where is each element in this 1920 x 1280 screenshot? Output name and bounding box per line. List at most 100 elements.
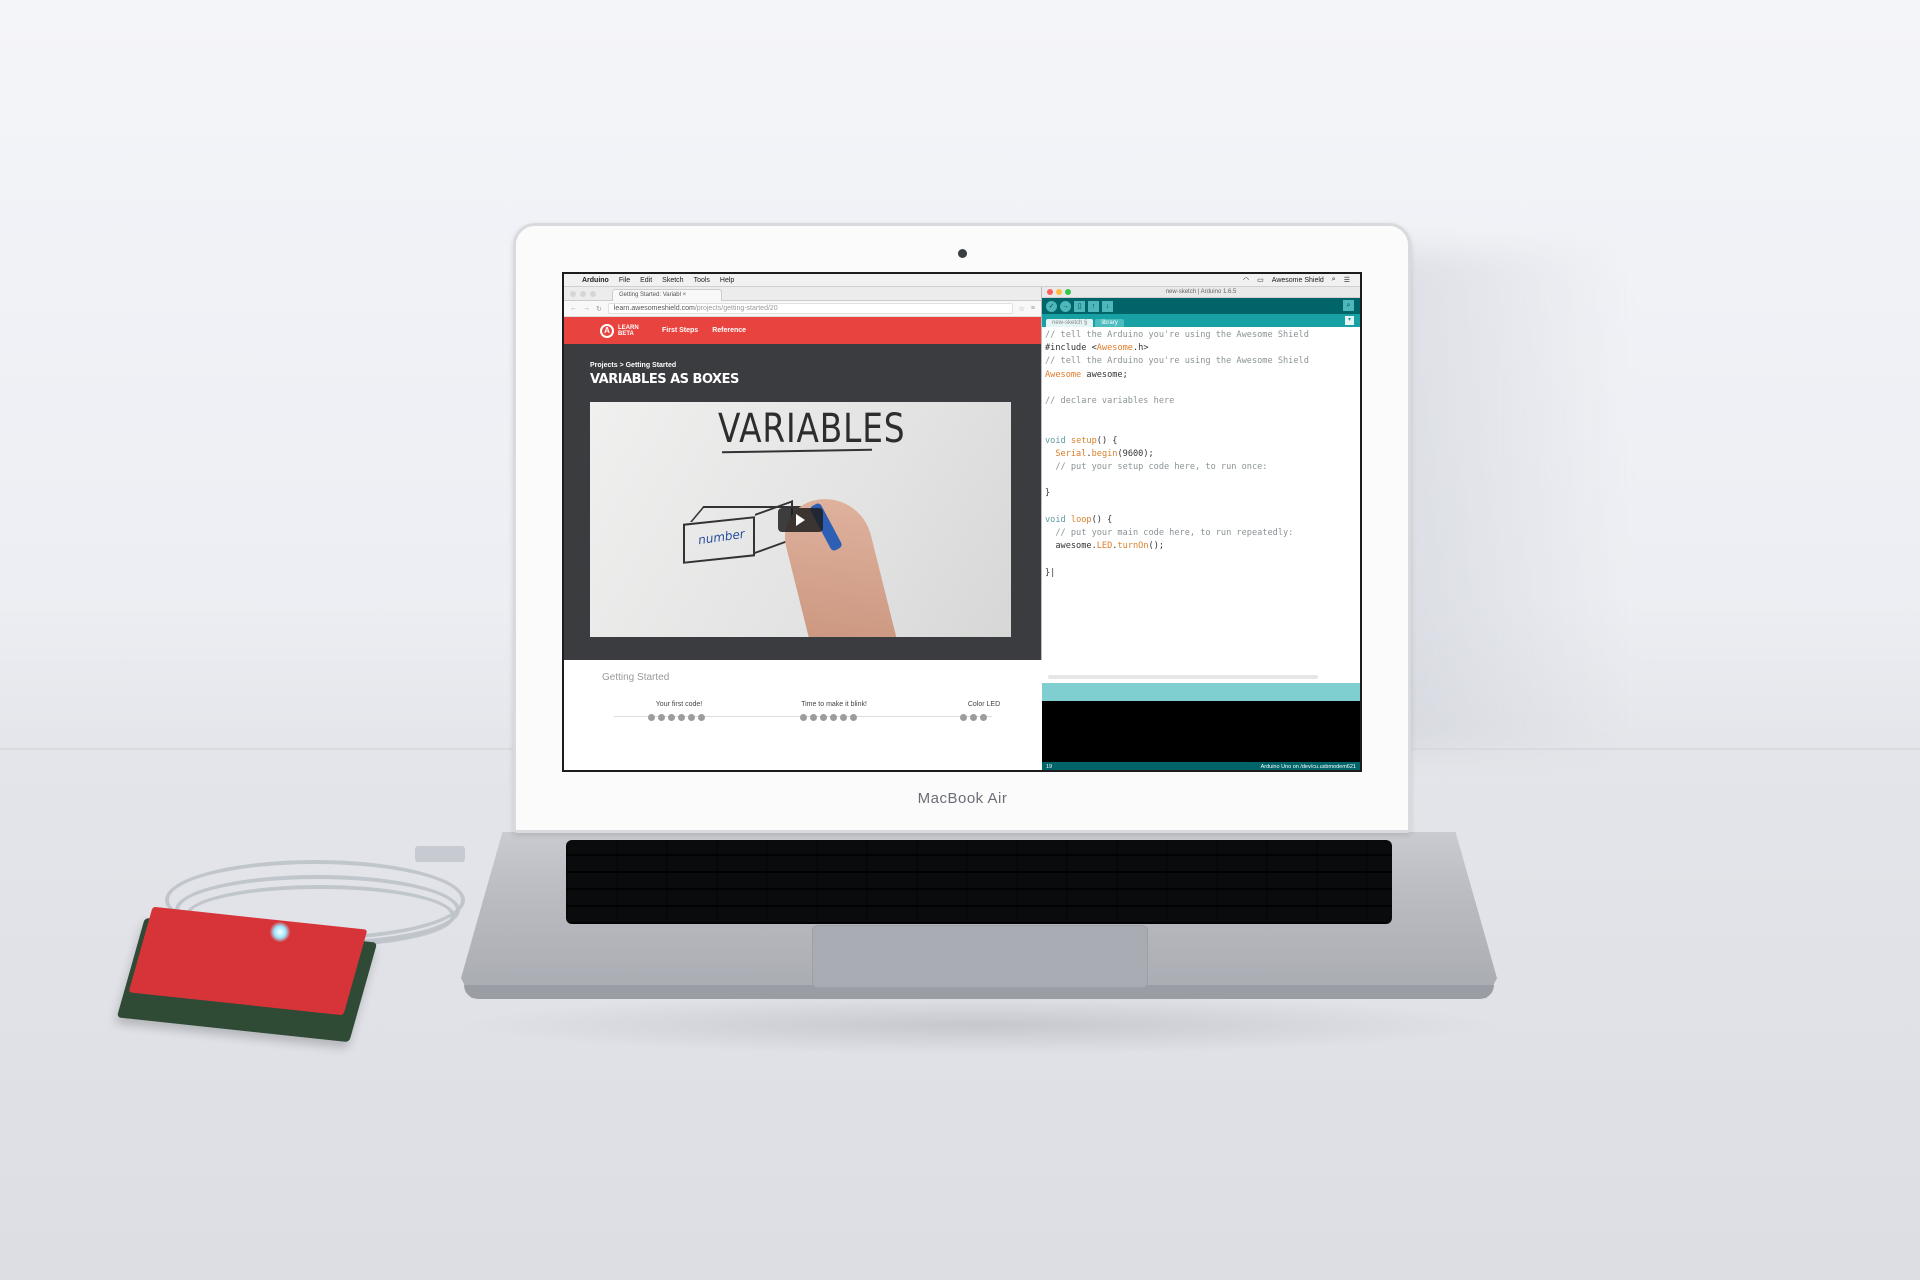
lesson-step-dot[interactable] bbox=[678, 714, 685, 721]
ide-traffic-lights bbox=[1047, 289, 1071, 295]
play-button[interactable] bbox=[778, 508, 823, 532]
code-token: // tell the Arduino you're using the Awe… bbox=[1045, 330, 1309, 340]
lesson-step-dot[interactable] bbox=[668, 714, 675, 721]
battery-icon[interactable]: ▭ bbox=[1257, 276, 1264, 284]
ide-minimize-button[interactable] bbox=[1056, 289, 1062, 295]
browser-window: Getting Started: Variabl × ← → ↻ learn.a… bbox=[564, 287, 1042, 770]
back-icon[interactable]: ← bbox=[570, 305, 577, 312]
site-logo[interactable]: A LEARN BETA bbox=[600, 323, 648, 338]
ide-tabs: new-sketch § library ▾ bbox=[1042, 314, 1360, 327]
menu-app[interactable]: Arduino bbox=[582, 277, 609, 284]
code-token: loop bbox=[1070, 514, 1092, 525]
code-token: void bbox=[1045, 435, 1066, 446]
code-line: void loop() { bbox=[1045, 514, 1357, 527]
site-header: A LEARN BETA First Steps Reference bbox=[564, 317, 1041, 344]
nav-reference[interactable]: Reference bbox=[712, 327, 746, 334]
menubar-status: ◠ ▭ Awesome Shield ⌕ ☰ bbox=[1243, 276, 1360, 284]
ide-close-button[interactable] bbox=[1047, 289, 1053, 295]
close-window-button[interactable] bbox=[570, 291, 576, 297]
lesson-step-dot[interactable] bbox=[648, 714, 655, 721]
wifi-icon[interactable]: ◠ bbox=[1243, 276, 1249, 284]
menu-tools[interactable]: Tools bbox=[694, 277, 710, 284]
tab-library[interactable]: library bbox=[1095, 319, 1124, 327]
menubar-user[interactable]: Awesome Shield bbox=[1272, 277, 1324, 284]
lesson-step-dot[interactable] bbox=[980, 714, 987, 721]
nav-first-steps[interactable]: First Steps bbox=[662, 327, 698, 334]
ide-title-bar: new-sketch | Arduino 1.6.5 bbox=[1042, 287, 1360, 298]
upload-icon[interactable]: → bbox=[1060, 300, 1071, 312]
code-line: #include <Awesome.h> bbox=[1045, 342, 1357, 355]
video-player[interactable]: VARIABLES number bbox=[590, 402, 1011, 637]
menu-help[interactable]: Help bbox=[720, 277, 734, 284]
serial-monitor-icon[interactable]: ⌕ bbox=[1343, 300, 1354, 311]
open-sketch-icon[interactable]: ↑ bbox=[1088, 300, 1099, 312]
lesson-step-dot[interactable] bbox=[698, 714, 705, 721]
verify-icon[interactable]: ✓ bbox=[1046, 300, 1057, 312]
code-editor[interactable]: // tell the Arduino you're using the Awe… bbox=[1042, 327, 1360, 672]
lesson-step-dot[interactable] bbox=[960, 714, 967, 721]
close-tab-icon[interactable]: × bbox=[683, 292, 687, 298]
code-token: () { bbox=[1091, 514, 1113, 525]
breadcrumb[interactable]: Projects > Getting Started bbox=[590, 362, 676, 369]
tabs-menu-icon[interactable]: ▾ bbox=[1345, 316, 1354, 325]
code-token: setup bbox=[1070, 435, 1097, 446]
code-token: turnOn bbox=[1117, 541, 1149, 552]
url-path: /projects/getting-started/20 bbox=[694, 305, 778, 312]
lesson-step-dot[interactable] bbox=[658, 714, 665, 721]
address-bar[interactable]: learn.awesomeshield.com/projects/getting… bbox=[607, 303, 1013, 314]
menu-file[interactable]: File bbox=[619, 277, 630, 284]
lesson-step-dot[interactable] bbox=[820, 714, 827, 721]
lesson-dots-3 bbox=[960, 714, 987, 721]
usb-plug bbox=[415, 846, 465, 862]
tab-new-sketch[interactable]: new-sketch § bbox=[1046, 319, 1094, 327]
lesson-title-1[interactable]: Your first code! bbox=[634, 701, 724, 708]
lesson-step-dot[interactable] bbox=[800, 714, 807, 721]
horizontal-scrollbar[interactable] bbox=[1048, 675, 1318, 679]
new-sketch-icon[interactable]: ▯ bbox=[1074, 300, 1085, 312]
list-icon[interactable]: ☰ bbox=[1344, 276, 1350, 284]
lesson-step-dot[interactable] bbox=[970, 714, 977, 721]
code-line: // declare variables here bbox=[1045, 395, 1357, 408]
minimize-window-button[interactable] bbox=[580, 291, 586, 297]
address-row: ← → ↻ learn.awesomeshield.com/projects/g… bbox=[564, 301, 1041, 317]
code-token: // declare variables here bbox=[1045, 396, 1175, 407]
bookmark-star-icon[interactable]: ☆ bbox=[1019, 305, 1025, 313]
lesson-step-dot[interactable] bbox=[850, 714, 857, 721]
menu-edit[interactable]: Edit bbox=[640, 277, 652, 284]
lesson-step-dot[interactable] bbox=[840, 714, 847, 721]
laptop-brand: MacBook Air bbox=[917, 790, 1008, 807]
browser-menu-icon[interactable]: ≡ bbox=[1031, 305, 1041, 312]
photo-scene: MacBook Air Arduino File Edit Sketch Too… bbox=[0, 0, 1920, 1280]
rgb-led-glow bbox=[270, 922, 290, 942]
reload-icon[interactable]: ↻ bbox=[596, 305, 602, 313]
logo-icon: A bbox=[600, 323, 614, 338]
ide-zoom-button[interactable] bbox=[1065, 289, 1071, 295]
forward-icon[interactable]: → bbox=[583, 305, 590, 312]
code-token: begin bbox=[1091, 448, 1118, 459]
logo-text-beta: BETA bbox=[618, 330, 634, 337]
lesson-dots-1 bbox=[648, 714, 705, 721]
zoom-window-button[interactable] bbox=[590, 291, 596, 297]
trackpad bbox=[812, 925, 1148, 988]
lesson-title-3[interactable]: Color LED bbox=[954, 701, 1014, 708]
search-icon[interactable]: ⌕ bbox=[1332, 276, 1336, 284]
menu-sketch[interactable]: Sketch bbox=[662, 277, 683, 284]
code-token: awesome. bbox=[1045, 541, 1097, 552]
browser-tab[interactable]: Getting Started: Variabl × bbox=[612, 289, 722, 301]
lesson-step-dot[interactable] bbox=[810, 714, 817, 721]
lesson-step-dot[interactable] bbox=[688, 714, 695, 721]
save-sketch-icon[interactable]: ↓ bbox=[1102, 300, 1113, 312]
section-title: Getting Started bbox=[602, 672, 670, 683]
code-token: () { bbox=[1096, 435, 1118, 446]
lesson-title-2[interactable]: Time to make it blink! bbox=[784, 701, 884, 708]
code-token: // put your main code here, to run repea… bbox=[1045, 528, 1294, 539]
code-line: } bbox=[1045, 487, 1357, 500]
lesson-hero: Projects > Getting Started VARIABLES AS … bbox=[564, 344, 1041, 660]
lesson-step-dot[interactable] bbox=[830, 714, 837, 721]
menu-bar: Arduino File Edit Sketch Tools Help ◠ ▭ … bbox=[564, 274, 1360, 287]
